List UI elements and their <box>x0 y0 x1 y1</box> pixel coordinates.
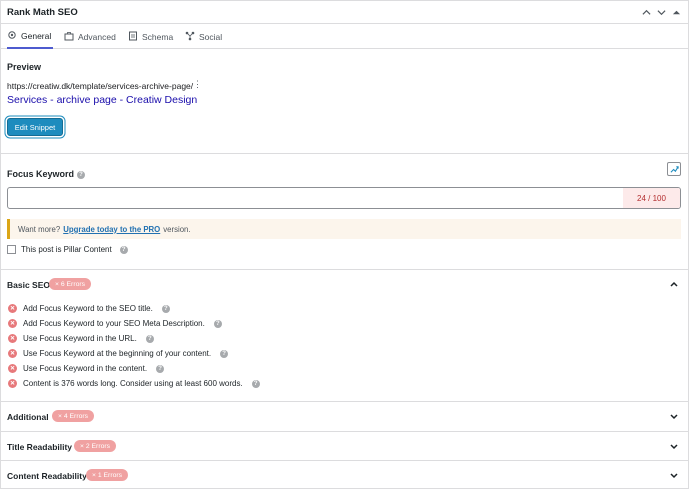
error-icon: ✕ <box>8 349 17 358</box>
basic-seo-header[interactable]: Basic SEO × 6 Errors <box>1 270 688 299</box>
divider <box>1 153 688 154</box>
tab-label: General <box>21 30 52 41</box>
pillar-label: This post is Pillar Content <box>21 245 112 254</box>
tab-social[interactable]: Social <box>185 24 222 49</box>
notice-suffix: version. <box>163 224 191 234</box>
panel-title: Rank Math SEO <box>7 7 78 18</box>
help-icon[interactable]: ? <box>119 245 128 254</box>
list-item: ✕ Use Focus Keyword in the URL. ? <box>8 334 154 343</box>
pillar-content-row: This post is Pillar Content ? <box>7 245 128 254</box>
toolbox-icon <box>64 31 74 43</box>
upgrade-link[interactable]: Upgrade today to the PRO <box>63 225 160 234</box>
keyword-counter: 24 / 100 <box>623 188 680 208</box>
move-up-icon[interactable] <box>639 5 653 19</box>
preview-title: Services - archive page - Creatiw Design <box>7 94 198 106</box>
help-icon[interactable]: ? <box>220 349 229 358</box>
pillar-checkbox[interactable] <box>7 245 16 254</box>
panel-header: Rank Math SEO <box>1 1 688 24</box>
error-badge: × 4 Errors <box>52 410 95 422</box>
preview-label: Preview <box>7 62 42 72</box>
help-icon[interactable]: ? <box>161 304 170 313</box>
focus-keyword-text: Focus Keyword <box>7 169 75 179</box>
help-icon[interactable]: ? <box>251 379 260 388</box>
collapse-toggle-icon[interactable] <box>669 5 683 19</box>
tab-bar: General Advanced Schema Social <box>1 24 688 49</box>
tab-label: Social <box>199 31 223 42</box>
error-badge: × 1 Errors <box>86 469 129 481</box>
check-text: Add Focus Keyword to the SEO title. <box>23 304 153 313</box>
check-text: Use Focus Keyword in the content. <box>23 364 148 373</box>
check-text: Add Focus Keyword to your SEO Meta Descr… <box>23 319 205 328</box>
chevron-down-icon[interactable] <box>669 441 679 451</box>
error-badge: × 6 Errors <box>49 278 92 290</box>
preview-url: https://creatiw.dk/template/services-arc… <box>7 81 194 91</box>
basic-seo-title: Basic SEO <box>7 280 50 290</box>
help-icon[interactable]: ? <box>156 364 165 373</box>
trends-button[interactable] <box>667 162 681 176</box>
error-badge: × 2 Errors <box>74 440 117 452</box>
list-item: ✕ Content is 376 words long. Consider us… <box>8 379 260 388</box>
move-down-icon[interactable] <box>654 5 668 19</box>
check-text: Content is 376 words long. Consider usin… <box>23 379 243 388</box>
tab-label: Advanced <box>78 31 116 42</box>
schema-icon <box>128 31 138 43</box>
title-readability-header[interactable]: Title Readability × 2 Errors <box>1 432 688 461</box>
tab-general[interactable]: General <box>7 24 54 49</box>
edit-snippet-button[interactable]: Edit Snippet <box>7 118 63 136</box>
list-item: ✕ Add Focus Keyword to your SEO Meta Des… <box>8 319 222 328</box>
error-icon: ✕ <box>8 334 17 343</box>
more-options-icon[interactable]: ⋮ <box>193 79 202 90</box>
additional-title: Additional <box>7 412 49 422</box>
additional-header[interactable]: Additional × 4 Errors <box>1 402 688 431</box>
gear-icon <box>7 30 17 42</box>
check-text: Use Focus Keyword in the URL. <box>23 334 137 343</box>
help-icon[interactable]: ? <box>77 170 86 179</box>
social-icon <box>185 31 195 43</box>
tab-label: Schema <box>142 31 174 42</box>
check-text: Use Focus Keyword at the beginning of yo… <box>23 349 212 358</box>
error-icon: ✕ <box>8 379 17 388</box>
error-icon: ✕ <box>8 319 17 328</box>
chevron-down-icon[interactable] <box>669 470 679 480</box>
upgrade-notice: Want more? Upgrade today to the PRO vers… <box>7 219 681 239</box>
chevron-up-icon[interactable] <box>669 279 679 289</box>
list-item: ✕ Use Focus Keyword at the beginning of … <box>8 349 229 358</box>
notice-prefix: Want more? <box>18 224 61 234</box>
focus-keyword-label: Focus Keyword? <box>7 169 86 179</box>
list-item: ✕ Add Focus Keyword to the SEO title. ? <box>8 304 170 313</box>
focus-keyword-input[interactable] <box>7 187 681 209</box>
error-icon: ✕ <box>8 364 17 373</box>
title-readability-title: Title Readability <box>7 442 73 452</box>
error-icon: ✕ <box>8 304 17 313</box>
list-item: ✕ Use Focus Keyword in the content. ? <box>8 364 165 373</box>
tab-schema[interactable]: Schema <box>128 24 173 49</box>
trend-icon <box>670 165 679 173</box>
help-icon[interactable]: ? <box>213 319 222 328</box>
rank-math-panel: Rank Math SEO General Advanced Schema So… <box>0 0 689 489</box>
chevron-down-icon[interactable] <box>669 411 679 421</box>
content-readability-title: Content Readability <box>7 471 87 481</box>
content-readability-header[interactable]: Content Readability × 1 Errors <box>1 461 688 489</box>
help-icon[interactable]: ? <box>145 334 154 343</box>
tab-advanced[interactable]: Advanced <box>64 24 116 49</box>
